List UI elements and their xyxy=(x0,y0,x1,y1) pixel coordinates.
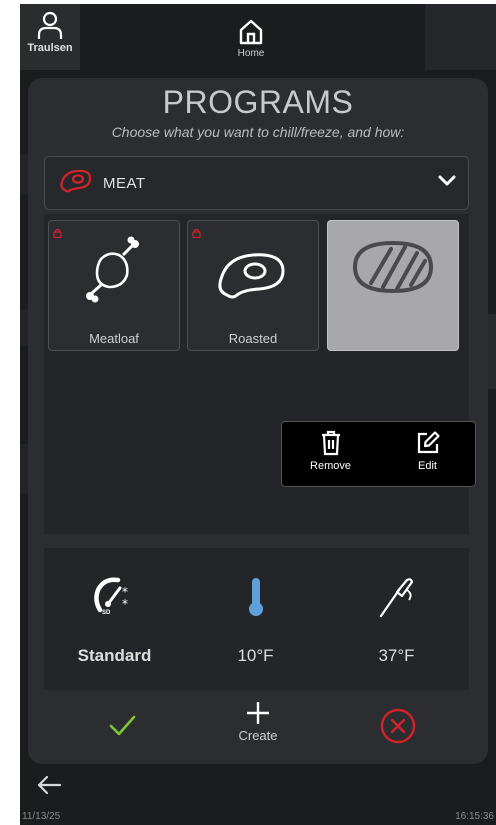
date-display: 11/13/25 xyxy=(22,811,61,822)
create-label: Create xyxy=(238,728,278,743)
mode-setting[interactable]: SD * * Standard xyxy=(44,548,185,690)
app-screen: Traulsen Home PROGRAMS Choose what you w… xyxy=(20,4,496,825)
context-menu: Remove Edit xyxy=(281,421,476,487)
user-icon xyxy=(37,11,63,39)
home-icon xyxy=(239,19,263,45)
cancel-circle-icon xyxy=(380,708,416,744)
program-settings: SD * * Standard 10°F 37°F xyxy=(44,548,469,690)
air-temp-setting[interactable]: 10°F xyxy=(185,548,326,690)
programs-modal: PROGRAMS Choose what you want to chill/f… xyxy=(28,78,488,764)
backdrop-tab xyxy=(20,444,28,494)
svg-text:*: * xyxy=(122,597,128,611)
home-button[interactable]: Home xyxy=(216,4,286,72)
speedometer-snow-icon: SD * * xyxy=(44,576,185,616)
backdrop-tab xyxy=(20,154,28,194)
top-right-panel xyxy=(425,4,496,70)
chevron-down-icon xyxy=(438,174,456,193)
meat-icon xyxy=(59,168,93,199)
backdrop-tab xyxy=(488,314,496,389)
trash-icon xyxy=(321,430,340,456)
svg-text:SD: SD xyxy=(102,610,111,616)
steak-icon xyxy=(328,235,458,299)
user-name: Traulsen xyxy=(27,42,73,54)
program-name: Meatloaf xyxy=(89,331,139,346)
program-tile-selected[interactable] xyxy=(327,220,459,351)
program-name: Roasted xyxy=(228,331,278,346)
program-grid: Meatloaf Roasted Remove Edit xyxy=(44,214,476,534)
remove-button[interactable]: Remove xyxy=(282,422,379,486)
back-arrow-icon[interactable] xyxy=(36,774,62,801)
top-bar: Traulsen Home xyxy=(20,4,496,72)
time-display: 16:15:36 xyxy=(455,811,494,822)
meatloaf-icon xyxy=(49,235,179,305)
thermometer-icon xyxy=(185,576,326,618)
modal-subtitle: Choose what you want to chill/freeze, an… xyxy=(111,124,405,140)
probe-temp-value: 37°F xyxy=(378,646,415,665)
remove-label: Remove xyxy=(310,460,351,472)
confirm-button[interactable] xyxy=(92,698,152,758)
plus-icon xyxy=(247,702,269,724)
cancel-button[interactable] xyxy=(368,698,428,758)
create-button[interactable]: Create xyxy=(226,698,290,758)
category-selected: MEAT xyxy=(103,174,146,192)
air-temp-value: 10°F xyxy=(237,646,274,665)
program-tile[interactable]: Meatloaf xyxy=(48,220,180,351)
edit-icon xyxy=(417,431,440,454)
roast-icon xyxy=(188,235,318,305)
edit-button[interactable]: Edit xyxy=(379,422,476,486)
food-probe-icon xyxy=(326,576,467,618)
checkmark-icon xyxy=(109,715,136,736)
category-dropdown[interactable]: MEAT xyxy=(44,156,469,210)
mode-value: Standard xyxy=(77,646,152,665)
edit-label: Edit xyxy=(418,460,437,472)
modal-title: PROGRAMS xyxy=(162,84,354,120)
user-button[interactable]: Traulsen xyxy=(20,4,80,70)
home-label: Home xyxy=(237,48,265,59)
probe-temp-setting[interactable]: 37°F xyxy=(326,548,467,690)
program-tile[interactable]: Roasted xyxy=(187,220,319,351)
bottom-bar: 11/13/25 16:15:36 xyxy=(20,768,496,825)
backdrop-tab xyxy=(20,309,28,345)
